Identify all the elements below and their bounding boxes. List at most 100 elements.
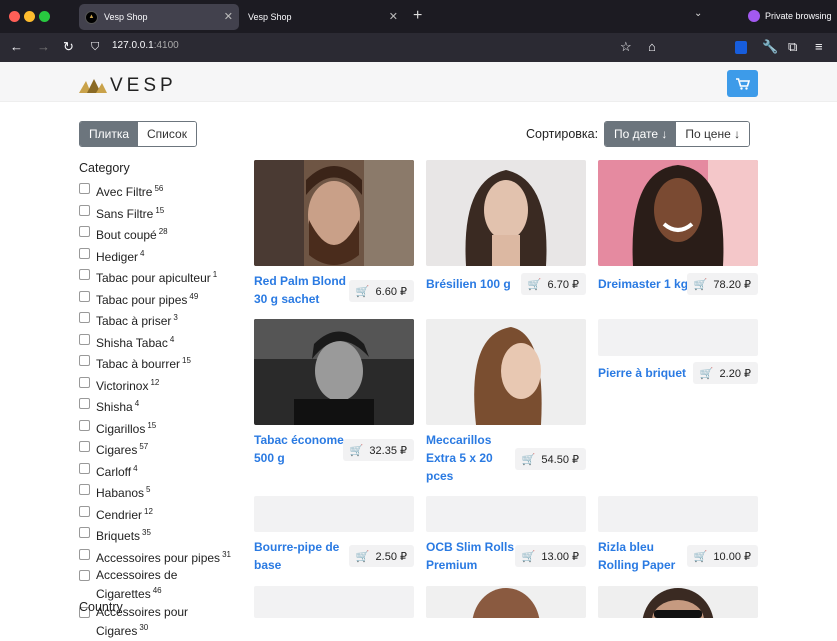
- home-icon[interactable]: ⌂: [648, 39, 656, 54]
- add-to-cart-button[interactable]: 🛒 13.00 ₽: [514, 545, 586, 567]
- product-name[interactable]: Tabac économe 500 g: [254, 431, 349, 467]
- product-name[interactable]: Brésilien 100 g: [426, 275, 521, 293]
- product-image-placeholder[interactable]: [598, 319, 758, 356]
- tab-list-chevron-icon[interactable]: ⌄: [694, 8, 702, 19]
- product-image[interactable]: [426, 160, 586, 266]
- forward-arrow-icon[interactable]: →: [37, 39, 50, 54]
- category-checkbox[interactable]: [79, 312, 90, 323]
- category-filter-item[interactable]: Tabac pour pipes 49: [79, 289, 239, 308]
- add-to-cart-button[interactable]: 🛒 78.20 ₽: [686, 273, 758, 295]
- category-checkbox[interactable]: [79, 548, 90, 560]
- product-card[interactable]: Dreimaster 1 kg 🛒 78.20 ₽: [598, 160, 758, 315]
- category-filter-item[interactable]: Accessoires de Cigarettes 46: [79, 568, 239, 602]
- product-name[interactable]: Pierre à briquet: [598, 364, 698, 382]
- product-card[interactable]: [254, 586, 414, 618]
- category-checkbox[interactable]: [79, 226, 90, 237]
- grid-view-button[interactable]: Плитка: [80, 122, 139, 146]
- sort-by-price-button[interactable]: По цене ↓: [676, 122, 750, 146]
- product-name[interactable]: OCB Slim Rolls Premium: [426, 538, 521, 574]
- browser-tab-2[interactable]: Vesp Shop ✕: [241, 4, 404, 30]
- shield-icon[interactable]: ⛉: [91, 41, 99, 54]
- category-filter-item[interactable]: Hediger 4: [79, 246, 239, 265]
- product-image-placeholder[interactable]: [598, 496, 758, 532]
- product-image[interactable]: [254, 319, 414, 425]
- category-checkbox[interactable]: [79, 269, 90, 280]
- bitwarden-shield-icon[interactable]: [735, 41, 747, 54]
- close-tab-icon[interactable]: ✕: [389, 10, 398, 23]
- category-checkbox[interactable]: [79, 398, 90, 409]
- product-card[interactable]: Rizla bleu Rolling Paper 🛒 10.00 ₽: [598, 496, 758, 576]
- category-checkbox[interactable]: [79, 484, 90, 495]
- category-checkbox[interactable]: [79, 570, 90, 581]
- product-name[interactable]: Bourre-pipe de base: [254, 538, 349, 574]
- add-to-cart-button[interactable]: 🛒 6.60 ₽: [348, 280, 414, 302]
- category-filter-item[interactable]: Cigares 57: [79, 439, 239, 458]
- product-image-placeholder[interactable]: [254, 496, 414, 532]
- category-filter-item[interactable]: Habanos 5: [79, 482, 239, 501]
- category-filter-item[interactable]: Cigarillos 15: [79, 418, 239, 437]
- product-image[interactable]: [254, 160, 414, 266]
- add-to-cart-button[interactable]: 🛒 32.35 ₽: [342, 439, 414, 461]
- add-to-cart-button[interactable]: 🛒 6.70 ₽: [520, 273, 586, 295]
- product-name[interactable]: Meccarillos Extra 5 x 20 pces: [426, 431, 511, 485]
- category-checkbox[interactable]: [79, 462, 90, 474]
- category-filter-item[interactable]: Tabac à bourrer 15: [79, 353, 239, 372]
- category-filter-item[interactable]: Tabac pour apiculteur 1: [79, 267, 239, 286]
- category-filter-item[interactable]: Bout coupé 28: [79, 224, 239, 243]
- product-card[interactable]: Bourre-pipe de base 🛒 2.50 ₽: [254, 496, 414, 576]
- close-tab-icon[interactable]: ✕: [224, 10, 233, 23]
- category-filter-item[interactable]: Carloff 4: [79, 461, 239, 480]
- category-checkbox[interactable]: [79, 419, 90, 431]
- product-image[interactable]: [598, 160, 758, 266]
- category-checkbox[interactable]: [79, 204, 90, 216]
- product-card[interactable]: Tabac économe 500 g 🛒 32.35 ₽: [254, 319, 414, 484]
- category-checkbox[interactable]: [79, 183, 90, 194]
- product-card[interactable]: Meccarillos Extra 5 x 20 pces 🛒 54.50 ₽: [426, 319, 586, 484]
- list-view-button[interactable]: Список: [138, 122, 196, 146]
- category-filter-item[interactable]: Tabac à priser 3: [79, 310, 239, 329]
- category-filter-item[interactable]: Cendrier 12: [79, 504, 239, 523]
- product-image[interactable]: [426, 586, 586, 618]
- category-checkbox[interactable]: [79, 290, 90, 302]
- product-card[interactable]: Brésilien 100 g 🛒 6.70 ₽: [426, 160, 586, 315]
- category-checkbox[interactable]: [79, 505, 90, 517]
- category-filter-item[interactable]: Sans Filtre 15: [79, 203, 239, 222]
- category-filter-item[interactable]: Accessoires pour pipes 31: [79, 547, 239, 566]
- menu-icon[interactable]: ≡: [815, 39, 823, 54]
- bookmark-star-icon[interactable]: ☆: [620, 39, 632, 55]
- category-filter-item[interactable]: Shisha 4: [79, 396, 239, 415]
- add-to-cart-button[interactable]: 🛒 54.50 ₽: [514, 448, 586, 470]
- minimize-window-button[interactable]: [24, 11, 35, 22]
- add-to-cart-button[interactable]: 🛒 10.00 ₽: [686, 545, 758, 567]
- category-checkbox[interactable]: [79, 441, 90, 452]
- product-name[interactable]: Dreimaster 1 kg: [598, 275, 693, 293]
- reload-icon[interactable]: ↻: [63, 39, 74, 55]
- category-checkbox[interactable]: [79, 376, 90, 388]
- category-filter-item[interactable]: Shisha Tabac 4: [79, 332, 239, 351]
- category-filter-item[interactable]: Avec Filtre 56: [79, 181, 239, 200]
- close-window-button[interactable]: [9, 11, 20, 22]
- product-image[interactable]: [598, 586, 758, 618]
- add-to-cart-button[interactable]: 🛒 2.50 ₽: [348, 545, 414, 567]
- category-checkbox[interactable]: [79, 527, 90, 538]
- product-image[interactable]: [426, 319, 586, 425]
- vesp-logo[interactable]: VESP: [79, 75, 177, 97]
- product-card[interactable]: Pierre à briquet 🛒 2.20 ₽: [598, 319, 758, 484]
- sort-by-date-button[interactable]: По дате ↓: [605, 122, 677, 146]
- category-checkbox[interactable]: [79, 333, 90, 345]
- product-image-placeholder[interactable]: [254, 586, 414, 618]
- product-card[interactable]: OCB Slim Rolls Premium 🛒 13.00 ₽: [426, 496, 586, 576]
- category-filter-item[interactable]: Victorinox 12: [79, 375, 239, 394]
- category-checkbox[interactable]: [79, 355, 90, 366]
- new-tab-icon[interactable]: +: [413, 7, 422, 25]
- product-image-placeholder[interactable]: [426, 496, 586, 532]
- category-checkbox[interactable]: [79, 247, 90, 259]
- wrench-icon[interactable]: 🔧: [762, 39, 778, 55]
- product-card[interactable]: [598, 586, 758, 618]
- product-name[interactable]: Red Palm Blond 30 g sachet: [254, 272, 354, 308]
- category-filter-item[interactable]: Briquets 35: [79, 525, 239, 544]
- back-arrow-icon[interactable]: ←: [10, 39, 23, 54]
- product-card[interactable]: Red Palm Blond 30 g sachet 🛒 6.60 ₽: [254, 160, 414, 315]
- add-to-cart-button[interactable]: 🛒 2.20 ₽: [692, 362, 758, 384]
- maximize-window-button[interactable]: [39, 11, 50, 22]
